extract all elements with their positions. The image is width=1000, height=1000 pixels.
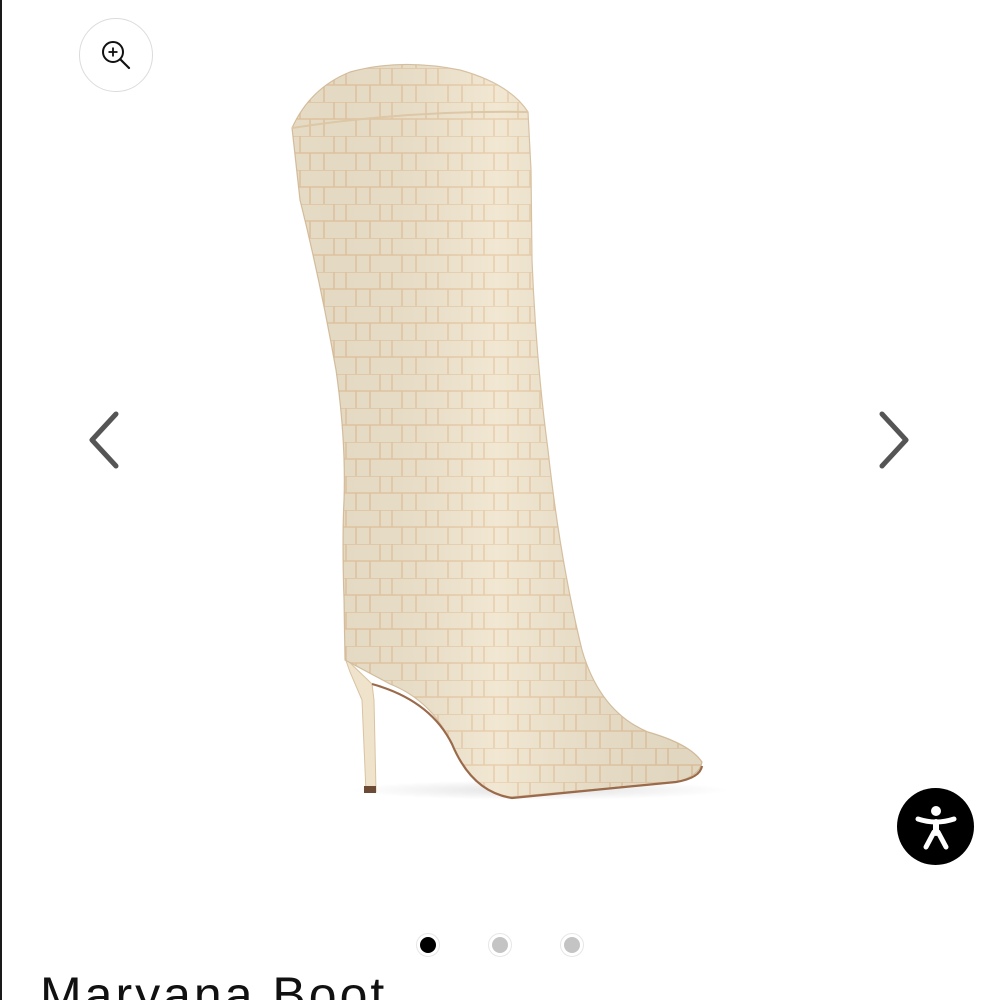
pagination-dot-fill bbox=[564, 937, 580, 953]
gallery-next-button[interactable] bbox=[874, 408, 914, 472]
pagination-dot-active[interactable] bbox=[416, 933, 440, 957]
pagination-dot-fill bbox=[492, 937, 508, 953]
product-image-gallery[interactable] bbox=[0, 0, 1000, 930]
accessibility-button[interactable] bbox=[897, 788, 974, 865]
chevron-left-icon bbox=[89, 411, 119, 469]
zoom-button[interactable] bbox=[79, 18, 153, 92]
product-page: Maryana Boot bbox=[0, 0, 1000, 1000]
accessibility-icon bbox=[915, 805, 956, 849]
pagination-dot[interactable] bbox=[560, 933, 584, 957]
gallery-prev-button[interactable] bbox=[84, 408, 124, 472]
zoom-in-icon bbox=[102, 41, 131, 70]
gallery-pagination bbox=[410, 930, 590, 960]
product-image bbox=[291, 63, 730, 800]
pagination-dot[interactable] bbox=[488, 933, 512, 957]
product-title: Maryana Boot bbox=[40, 967, 388, 1000]
pagination-dot-fill bbox=[420, 937, 436, 953]
chevron-right-icon bbox=[879, 411, 909, 469]
